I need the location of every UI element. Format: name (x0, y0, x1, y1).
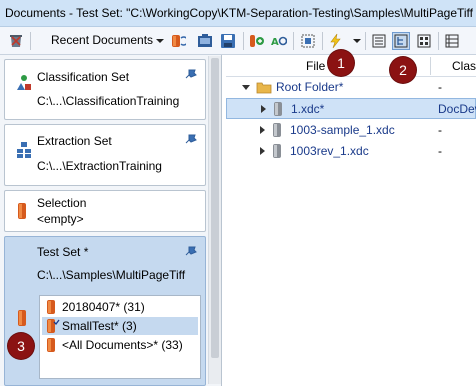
save-icon[interactable] (220, 33, 236, 49)
scrollbar-thumb[interactable] (211, 58, 219, 358)
toolbar-separator (243, 32, 244, 50)
lightning-icon[interactable] (328, 33, 344, 49)
document-icon (18, 310, 26, 326)
chevron-right-icon[interactable] (261, 105, 266, 113)
list-view-icon[interactable] (371, 33, 387, 49)
list-item[interactable]: SmallTest* (3) (42, 317, 198, 335)
chevron-right-icon[interactable] (260, 147, 265, 155)
class-cell: - (438, 80, 442, 94)
document-icon (274, 102, 282, 116)
document-count: (33) (161, 338, 183, 352)
callout-marker-1: 1 (328, 50, 354, 76)
column-header-file[interactable]: File (306, 59, 325, 73)
open-folder-icon[interactable] (197, 33, 213, 49)
selection-card[interactable]: Selection <empty> (4, 190, 206, 232)
card-title: Extraction Set (37, 134, 112, 148)
card-path: C:\...\ClassificationTraining (37, 94, 180, 108)
card-title: Classification Set (37, 70, 130, 84)
class-cell: DocDev (438, 102, 476, 116)
card-title: Selection (37, 196, 87, 210)
pin-icon[interactable] (184, 68, 198, 80)
details-view-icon[interactable] (444, 33, 460, 49)
list-item[interactable]: 20180407* (31) (42, 298, 198, 316)
tree-row-file[interactable]: 1003-sample_1.xdc - (226, 120, 476, 141)
file-name: 1.xdc* (291, 102, 325, 116)
pin-icon[interactable] (184, 245, 198, 257)
toolbar: Recent Documents A (0, 27, 476, 55)
document-icon (47, 338, 55, 352)
select-icon[interactable] (300, 33, 316, 49)
document-list: 20180407* (31) SmallTest* (3) <All Docum… (39, 295, 201, 379)
folder-icon (256, 82, 272, 94)
card-path: <empty> (37, 212, 84, 226)
recent-documents-button[interactable]: Recent Documents (51, 33, 153, 47)
checked-document-icon (47, 319, 60, 333)
card-title: Test Set * (37, 245, 89, 259)
callout-marker-3: 3 (8, 333, 34, 359)
document-label: <All Documents>* (62, 338, 159, 352)
tree-view-icon[interactable] (392, 32, 410, 50)
ao-icon[interactable]: A (271, 33, 287, 49)
tree-row-file[interactable]: 1.xdc* DocDev (226, 98, 476, 119)
document-label: SmallTest* (62, 319, 119, 333)
folder-label: Root Folder* (276, 80, 344, 94)
toolbar-separator (30, 32, 31, 50)
callout-marker-2: 2 (390, 57, 416, 83)
card-path: C:\...\Samples\MultiPageTiff (37, 268, 186, 282)
extraction-set-card[interactable]: Extraction Set C:\...\ExtractionTraining (4, 124, 206, 186)
document-count: (31) (123, 300, 145, 314)
window-title: Documents - Test Set: "C:\WorkingCopy\KT… (5, 6, 473, 20)
chevron-down-icon[interactable] (353, 39, 361, 43)
pin-icon[interactable] (184, 133, 198, 145)
toolbar-separator (365, 32, 366, 50)
chevron-down-icon[interactable] (156, 39, 164, 43)
sets-pane: Classification Set C:\...\Classification… (0, 55, 222, 386)
sets-icon[interactable] (249, 33, 265, 49)
document-icon (18, 203, 26, 219)
extraction-icon (17, 142, 31, 158)
document-count: (3) (122, 319, 137, 333)
toolbar-separator (438, 32, 439, 50)
document-label: 20180407* (62, 300, 121, 314)
card-path: C:\...\ExtractionTraining (37, 159, 162, 173)
document-icon (273, 123, 281, 137)
class-cell: - (438, 144, 442, 158)
scrollbar[interactable] (208, 56, 221, 384)
class-cell: - (438, 123, 442, 137)
test-set-card[interactable]: Test Set * C:\...\Samples\MultiPageTiff … (4, 236, 206, 386)
classification-set-card[interactable]: Classification Set C:\...\Classification… (4, 59, 206, 120)
toolbar-separator (293, 32, 294, 50)
svg-text:A: A (271, 37, 279, 48)
classification-icon (17, 75, 31, 90)
column-header-class[interactable]: Class (452, 59, 476, 73)
chevron-right-icon[interactable] (260, 126, 265, 134)
document-icon (273, 144, 281, 158)
file-name: 1003rev_1.xdc (290, 144, 369, 158)
recent-documents-icon[interactable] (170, 33, 186, 49)
tree-row-root-folder[interactable]: Root Folder* - (226, 77, 476, 98)
window-titlebar: Documents - Test Set: "C:\WorkingCopy\KT… (0, 0, 476, 27)
toolbar-separator (322, 32, 323, 50)
tree-row-file[interactable]: 1003rev_1.xdc - (226, 141, 476, 162)
document-icon (47, 300, 55, 314)
delete-icon[interactable] (8, 33, 24, 49)
thumbnail-view-icon[interactable] (416, 33, 432, 49)
column-divider[interactable] (430, 57, 431, 75)
documents-tree-pane: File Class Root Folder* - 1.xdc* DocDev … (226, 55, 476, 386)
expand-icon[interactable] (242, 85, 250, 90)
list-item[interactable]: <All Documents>* (33) (42, 336, 198, 354)
file-name: 1003-sample_1.xdc (290, 123, 395, 137)
